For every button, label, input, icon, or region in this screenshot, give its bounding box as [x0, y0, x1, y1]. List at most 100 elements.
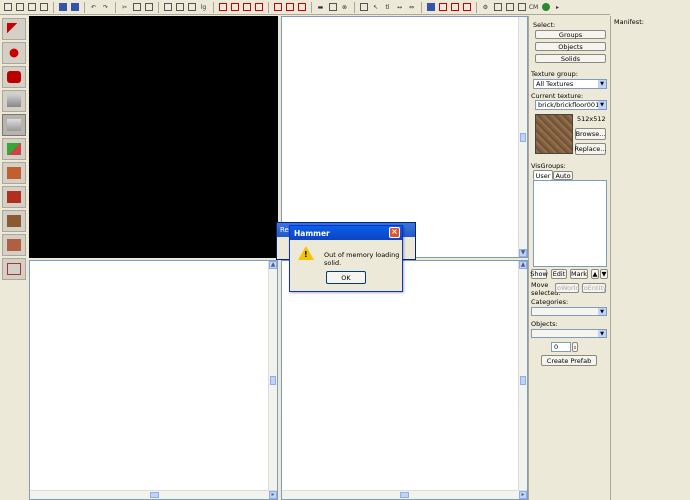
camera-tool-icon[interactable]	[2, 66, 26, 88]
objects-select[interactable]: ▼	[531, 329, 607, 338]
texture-apply-icon[interactable]	[284, 2, 295, 13]
align-icon[interactable]: ⇔	[406, 2, 417, 13]
hscroll-thumb[interactable]	[150, 492, 159, 498]
flip-icon[interactable]: ↔	[394, 2, 405, 13]
redo-icon[interactable]: ↷	[100, 2, 111, 13]
texture-group-select[interactable]: All Textures ▼	[533, 79, 607, 89]
move-up-icon[interactable]: ▲	[591, 269, 599, 279]
block-tool-icon[interactable]	[2, 114, 26, 136]
check-icon[interactable]	[492, 2, 503, 13]
chevron-down-icon[interactable]: ▼	[598, 330, 606, 337]
ruler-icon[interactable]: ▬	[315, 2, 326, 13]
carve-icon[interactable]	[57, 2, 68, 13]
visgroups-list[interactable]	[533, 180, 607, 267]
paste-icon[interactable]	[143, 2, 154, 13]
scroll-up-icon[interactable]: ▲	[519, 261, 527, 269]
chevron-down-icon[interactable]: ▼	[598, 101, 606, 109]
clip-tool-icon[interactable]	[2, 210, 26, 232]
scroll-up-icon[interactable]: ▲	[269, 261, 277, 269]
count-stepper-icon[interactable]: ⇕	[572, 342, 578, 352]
side-viewport-hscrollbar[interactable]: ▸	[282, 490, 527, 499]
tab-user[interactable]: User	[533, 170, 553, 180]
count-field[interactable]: 0	[551, 342, 571, 352]
map-info-icon[interactable]	[516, 2, 527, 13]
objects-label: Objects:	[531, 320, 558, 328]
decal-tool-icon[interactable]	[2, 186, 26, 208]
cm-icon[interactable]: CM	[528, 2, 539, 13]
cube-outline-icon[interactable]	[229, 2, 240, 13]
side-viewport-scrollbar[interactable]: ▲	[518, 261, 527, 491]
undo-icon[interactable]: ↶	[88, 2, 99, 13]
show-button[interactable]: Show	[530, 269, 548, 279]
front-viewport-hscrollbar[interactable]: ▸	[30, 490, 277, 499]
to-world-button[interactable]: toWorld	[554, 283, 580, 293]
copy-icon[interactable]	[131, 2, 142, 13]
text-tool-icon[interactable]: tl	[382, 2, 393, 13]
overlay-icon[interactable]	[461, 2, 472, 13]
select-icon[interactable]	[358, 2, 369, 13]
compile-icon[interactable]: ⚙	[480, 2, 491, 13]
edit-button[interactable]: Edit	[551, 269, 567, 279]
camera-viewport[interactable]	[29, 16, 278, 258]
cut-icon[interactable]: ✂	[119, 2, 130, 13]
select-solids-button[interactable]: Solids	[535, 54, 606, 63]
scroll-thumb[interactable]	[520, 376, 526, 385]
close-icon[interactable]: ×	[389, 227, 400, 238]
block-icon[interactable]	[327, 2, 338, 13]
grid-fine-icon[interactable]	[26, 2, 37, 13]
side-viewport[interactable]: ▲ ▸	[281, 260, 528, 500]
path-tool-icon[interactable]	[2, 258, 26, 280]
decal-icon[interactable]	[449, 2, 460, 13]
selection-tool-icon[interactable]	[2, 18, 26, 40]
scroll-thumb[interactable]	[270, 376, 276, 385]
select-objects-button[interactable]: Objects	[535, 42, 606, 51]
toolbar-grid-icon[interactable]	[162, 2, 173, 13]
chevron-down-icon[interactable]: ▼	[598, 80, 606, 88]
cube-icon[interactable]	[217, 2, 228, 13]
front-viewport[interactable]: ▲ ▸	[29, 260, 278, 500]
create-prefab-button[interactable]: Create Prefab	[541, 355, 597, 366]
magnify-tool-icon[interactable]	[2, 42, 26, 64]
entity-tool-icon[interactable]	[2, 90, 26, 112]
scroll-thumb[interactable]	[520, 133, 526, 142]
grid-icon[interactable]	[2, 2, 13, 13]
browse-button[interactable]: Browse...	[575, 128, 606, 140]
properties-icon[interactable]	[504, 2, 515, 13]
cube-add-icon[interactable]	[253, 2, 264, 13]
scroll-down-icon[interactable]: ▼	[519, 249, 527, 257]
current-texture-select[interactable]: brick/brickfloor001a ▼	[535, 100, 607, 110]
group-icon[interactable]	[69, 2, 80, 13]
model-icon[interactable]	[437, 2, 448, 13]
texture-icon[interactable]	[272, 2, 283, 13]
categories-select[interactable]: ▼	[531, 307, 607, 316]
toolbar-hide-icon[interactable]	[186, 2, 197, 13]
texture-size: 512x512	[577, 115, 606, 123]
ok-button[interactable]: OK	[326, 271, 366, 284]
hscroll-thumb[interactable]	[400, 492, 409, 498]
apply-texture-tool-icon[interactable]	[2, 162, 26, 184]
chevron-down-icon[interactable]: ▼	[598, 308, 606, 315]
leaf-icon[interactable]	[540, 2, 551, 13]
cube-select-icon[interactable]	[241, 2, 252, 13]
run-map-icon[interactable]: ▸	[552, 2, 563, 13]
grid-small-icon[interactable]	[14, 2, 25, 13]
tab-auto[interactable]: Auto	[553, 171, 573, 180]
to-entity-button[interactable]: toEntity	[581, 283, 607, 293]
top-viewport-scrollbar[interactable]: ▼	[518, 17, 527, 257]
toolbar-3d-grid-icon[interactable]	[174, 2, 185, 13]
grid-snap-icon[interactable]	[38, 2, 49, 13]
select-groups-button[interactable]: Groups	[535, 30, 606, 39]
stop-icon[interactable]: ⊗	[339, 2, 350, 13]
move-down-icon[interactable]: ▼	[600, 269, 608, 279]
replace-button[interactable]: Replace...	[575, 143, 606, 155]
texture-tool-icon[interactable]	[2, 138, 26, 160]
texture-replace-icon[interactable]	[296, 2, 307, 13]
scroll-right-icon[interactable]: ▸	[519, 491, 527, 499]
mark-button[interactable]: Mark	[570, 269, 588, 279]
toolbar-texture-lock-icon[interactable]: lg	[198, 2, 209, 13]
front-viewport-scrollbar[interactable]: ▲	[268, 261, 277, 491]
vertex-tool-icon[interactable]	[2, 234, 26, 256]
pointer-icon[interactable]: ↖	[370, 2, 381, 13]
entity-icon[interactable]	[425, 2, 436, 13]
scroll-right-icon[interactable]: ▸	[269, 491, 277, 499]
